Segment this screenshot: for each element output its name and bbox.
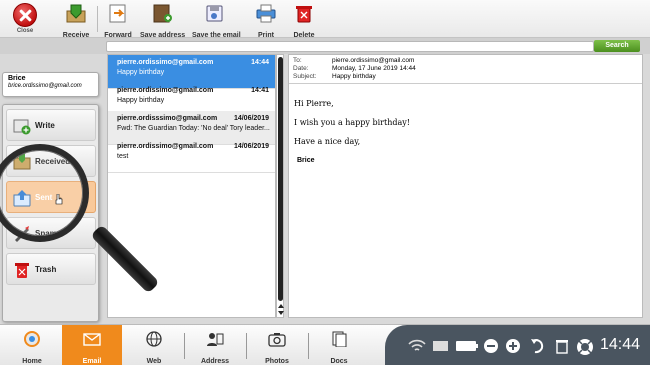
save-email-button[interactable]: Save the email xyxy=(192,3,241,39)
taskbar-email[interactable]: Email xyxy=(62,325,122,365)
message-list-scrollbar[interactable] xyxy=(276,54,284,318)
save-address-button[interactable]: Save address xyxy=(140,3,185,39)
contacts-icon xyxy=(207,333,224,346)
undo-icon[interactable] xyxy=(530,338,544,354)
close-icon xyxy=(13,3,37,27)
search-button[interactable]: Search xyxy=(594,40,640,52)
close-button[interactable]: Close xyxy=(6,3,44,35)
email-headers: To: pierre.ordissimo@gmail.com Date: Monda… xyxy=(289,55,642,84)
write-icon xyxy=(13,119,31,135)
subject-label: Subject: xyxy=(293,73,317,80)
scroll-thumb[interactable] xyxy=(278,57,283,301)
documents-icon xyxy=(332,331,347,347)
search-input[interactable] xyxy=(106,41,594,52)
globe-icon xyxy=(146,331,162,347)
trash-tray-icon[interactable] xyxy=(555,338,569,354)
scroll-up-icon[interactable] xyxy=(278,304,284,308)
camera-icon xyxy=(268,333,286,347)
date-label: Date: xyxy=(293,65,309,72)
email-line-1: I wish you a happy birthday! xyxy=(294,118,410,127)
date-value: Monday, 17 June 2019 14:44 xyxy=(332,65,416,72)
account-card[interactable]: Brice brice.ordissimo@gmail.com xyxy=(2,72,99,97)
receive-icon xyxy=(66,4,86,23)
volume-icon[interactable] xyxy=(430,338,450,354)
scroll-down-icon[interactable] xyxy=(278,311,284,315)
subject-value: Happy birthday xyxy=(332,73,376,80)
to-value: pierre.ordissimo@gmail.com xyxy=(332,57,415,64)
account-email: brice.ordissimo@gmail.com xyxy=(8,83,82,89)
taskbar-web[interactable]: Web xyxy=(124,325,184,365)
search-button-label: Search xyxy=(605,42,629,49)
battery-icon xyxy=(456,341,478,351)
delete-button[interactable]: Delete xyxy=(292,3,316,39)
help-lifebuoy-icon[interactable] xyxy=(576,338,594,356)
zoom-out-icon[interactable] xyxy=(483,338,499,354)
wifi-icon[interactable] xyxy=(408,338,426,354)
save-email-icon xyxy=(206,5,223,22)
to-label: To: xyxy=(293,57,302,64)
account-name: Brice xyxy=(8,75,26,82)
receive-button[interactable]: Receive xyxy=(58,3,94,39)
folder-trash[interactable]: Trash xyxy=(6,253,96,285)
clock: 14:44 xyxy=(600,336,641,353)
email-signature: Brice xyxy=(297,157,315,164)
zoom-in-icon[interactable] xyxy=(505,338,521,354)
taskbar-docs[interactable]: Docs xyxy=(309,325,369,365)
search-bar: Search xyxy=(0,38,650,54)
trash-icon xyxy=(15,263,29,278)
printer-icon xyxy=(256,4,276,23)
print-button[interactable]: Print xyxy=(254,3,278,39)
reading-pane: To: pierre.ordissimo@gmail.com Date: Monda… xyxy=(288,54,643,318)
taskbar-address[interactable]: Address xyxy=(185,325,245,365)
toolbar: Close Receive Forward Save address Save … xyxy=(0,0,650,39)
home-icon xyxy=(24,331,40,347)
taskbar: Home Email Web Address Photos Docs xyxy=(0,324,650,365)
folder-write[interactable]: Write xyxy=(6,109,96,141)
hand-cursor-icon xyxy=(55,194,63,205)
address-book-icon xyxy=(153,4,172,23)
forward-button[interactable]: Forward xyxy=(102,3,134,39)
taskbar-photos[interactable]: Photos xyxy=(247,325,307,365)
trash-icon xyxy=(296,6,312,23)
message-row[interactable]: pierre.ordissimo@gmail.com 14/06/2019 te… xyxy=(108,139,275,173)
email-line-2: Have a nice day, xyxy=(294,137,361,146)
forward-icon xyxy=(109,4,126,23)
email-icon xyxy=(83,333,101,346)
taskbar-home[interactable]: Home xyxy=(2,325,62,365)
email-greeting: Hi Pierre, xyxy=(294,99,334,108)
